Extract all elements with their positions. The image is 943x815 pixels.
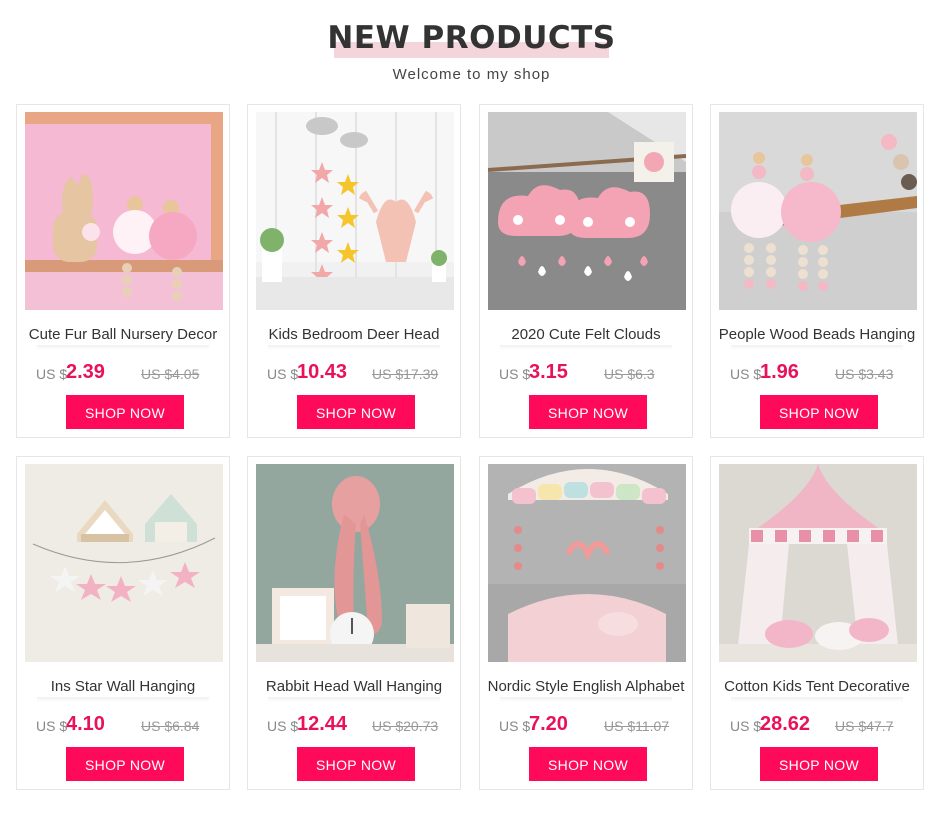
product-image[interactable]: [256, 112, 454, 310]
shop-now-button[interactable]: SHOP NOW: [66, 395, 184, 429]
sale-price: 2.39: [66, 361, 105, 383]
section-header: NEW PRODUCTS Welcome to my shop: [0, 0, 943, 100]
shop-now-button[interactable]: SHOP NOW: [297, 747, 415, 781]
sale-price: 4.10: [66, 713, 105, 735]
shop-now-button[interactable]: SHOP NOW: [66, 747, 184, 781]
product-image[interactable]: [719, 464, 917, 662]
product-name[interactable]: Rabbit Head Wall Hanging: [252, 676, 456, 698]
sale-price: 3.15: [529, 361, 568, 383]
product-card[interactable]: Ins Star Wall Hanging US $ 4.10 US $6.84…: [16, 456, 230, 790]
price-row: US $ 12.44 US $20.73: [248, 713, 460, 737]
shop-now-button[interactable]: SHOP NOW: [529, 747, 647, 781]
product-card[interactable]: 2020 Cute Felt Clouds US $ 3.15 US $6.3 …: [479, 104, 693, 438]
product-image[interactable]: [488, 464, 686, 662]
product-name[interactable]: Kids Bedroom Deer Head: [252, 324, 456, 346]
product-image[interactable]: [488, 112, 686, 310]
product-name[interactable]: Cotton Kids Tent Decorative: [715, 676, 919, 698]
product-card[interactable]: Rabbit Head Wall Hanging US $ 12.44 US $…: [247, 456, 461, 790]
price-row: US $ 1.96 US $3.43: [711, 361, 923, 385]
section-title: NEW PRODUCTS: [327, 20, 616, 56]
currency-label: US $: [499, 718, 531, 734]
product-image[interactable]: [25, 112, 223, 310]
sale-price: 28.62: [760, 713, 811, 735]
original-price: US $6.84: [141, 718, 200, 734]
product-image[interactable]: [719, 112, 917, 310]
original-price: US $20.73: [372, 718, 439, 734]
original-price: US $3.43: [835, 366, 894, 382]
shop-now-button[interactable]: SHOP NOW: [760, 747, 878, 781]
currency-label: US $: [267, 366, 299, 382]
product-image[interactable]: [25, 464, 223, 662]
original-price: US $11.07: [604, 718, 670, 734]
product-card[interactable]: Kids Bedroom Deer Head US $ 10.43 US $17…: [247, 104, 461, 438]
price-row: US $ 4.10 US $6.84: [17, 713, 229, 737]
product-image[interactable]: [256, 464, 454, 662]
sale-price: 7.20: [529, 713, 568, 735]
currency-label: US $: [36, 366, 68, 382]
product-card[interactable]: Cotton Kids Tent Decorative US $ 28.62 U…: [710, 456, 924, 790]
original-price: US $4.05: [141, 366, 200, 382]
currency-label: US $: [36, 718, 68, 734]
product-name[interactable]: 2020 Cute Felt Clouds: [484, 324, 688, 346]
product-name[interactable]: People Wood Beads Hanging: [715, 324, 919, 346]
product-name[interactable]: Ins Star Wall Hanging: [21, 676, 225, 698]
price-row: US $ 3.15 US $6.3: [480, 361, 692, 385]
shop-now-button[interactable]: SHOP NOW: [297, 395, 415, 429]
currency-label: US $: [267, 718, 299, 734]
original-price: US $17.39: [372, 366, 439, 382]
price-row: US $ 7.20 US $11.07: [480, 713, 692, 737]
sale-price: 12.44: [297, 713, 348, 735]
sale-price: 1.96: [760, 361, 799, 383]
price-row: US $ 2.39 US $4.05: [17, 361, 229, 385]
shop-now-button[interactable]: SHOP NOW: [529, 395, 647, 429]
product-name[interactable]: Cute Fur Ball Nursery Decor: [21, 324, 225, 346]
product-name[interactable]: Nordic Style English Alphabet: [484, 676, 688, 698]
sale-price: 10.43: [297, 361, 348, 383]
currency-label: US $: [730, 718, 762, 734]
product-card[interactable]: People Wood Beads Hanging US $ 1.96 US $…: [710, 104, 924, 438]
original-price: US $6.3: [604, 366, 655, 382]
price-row: US $ 28.62 US $47.7: [711, 713, 923, 737]
original-price: US $47.7: [835, 718, 894, 734]
product-card[interactable]: Nordic Style English Alphabet US $ 7.20 …: [479, 456, 693, 790]
section-subtitle: Welcome to my shop: [392, 66, 551, 83]
currency-label: US $: [730, 366, 762, 382]
product-card[interactable]: Cute Fur Ball Nursery Decor US $ 2.39 US…: [16, 104, 230, 438]
currency-label: US $: [499, 366, 531, 382]
shop-now-button[interactable]: SHOP NOW: [760, 395, 878, 429]
price-row: US $ 10.43 US $17.39: [248, 361, 460, 385]
